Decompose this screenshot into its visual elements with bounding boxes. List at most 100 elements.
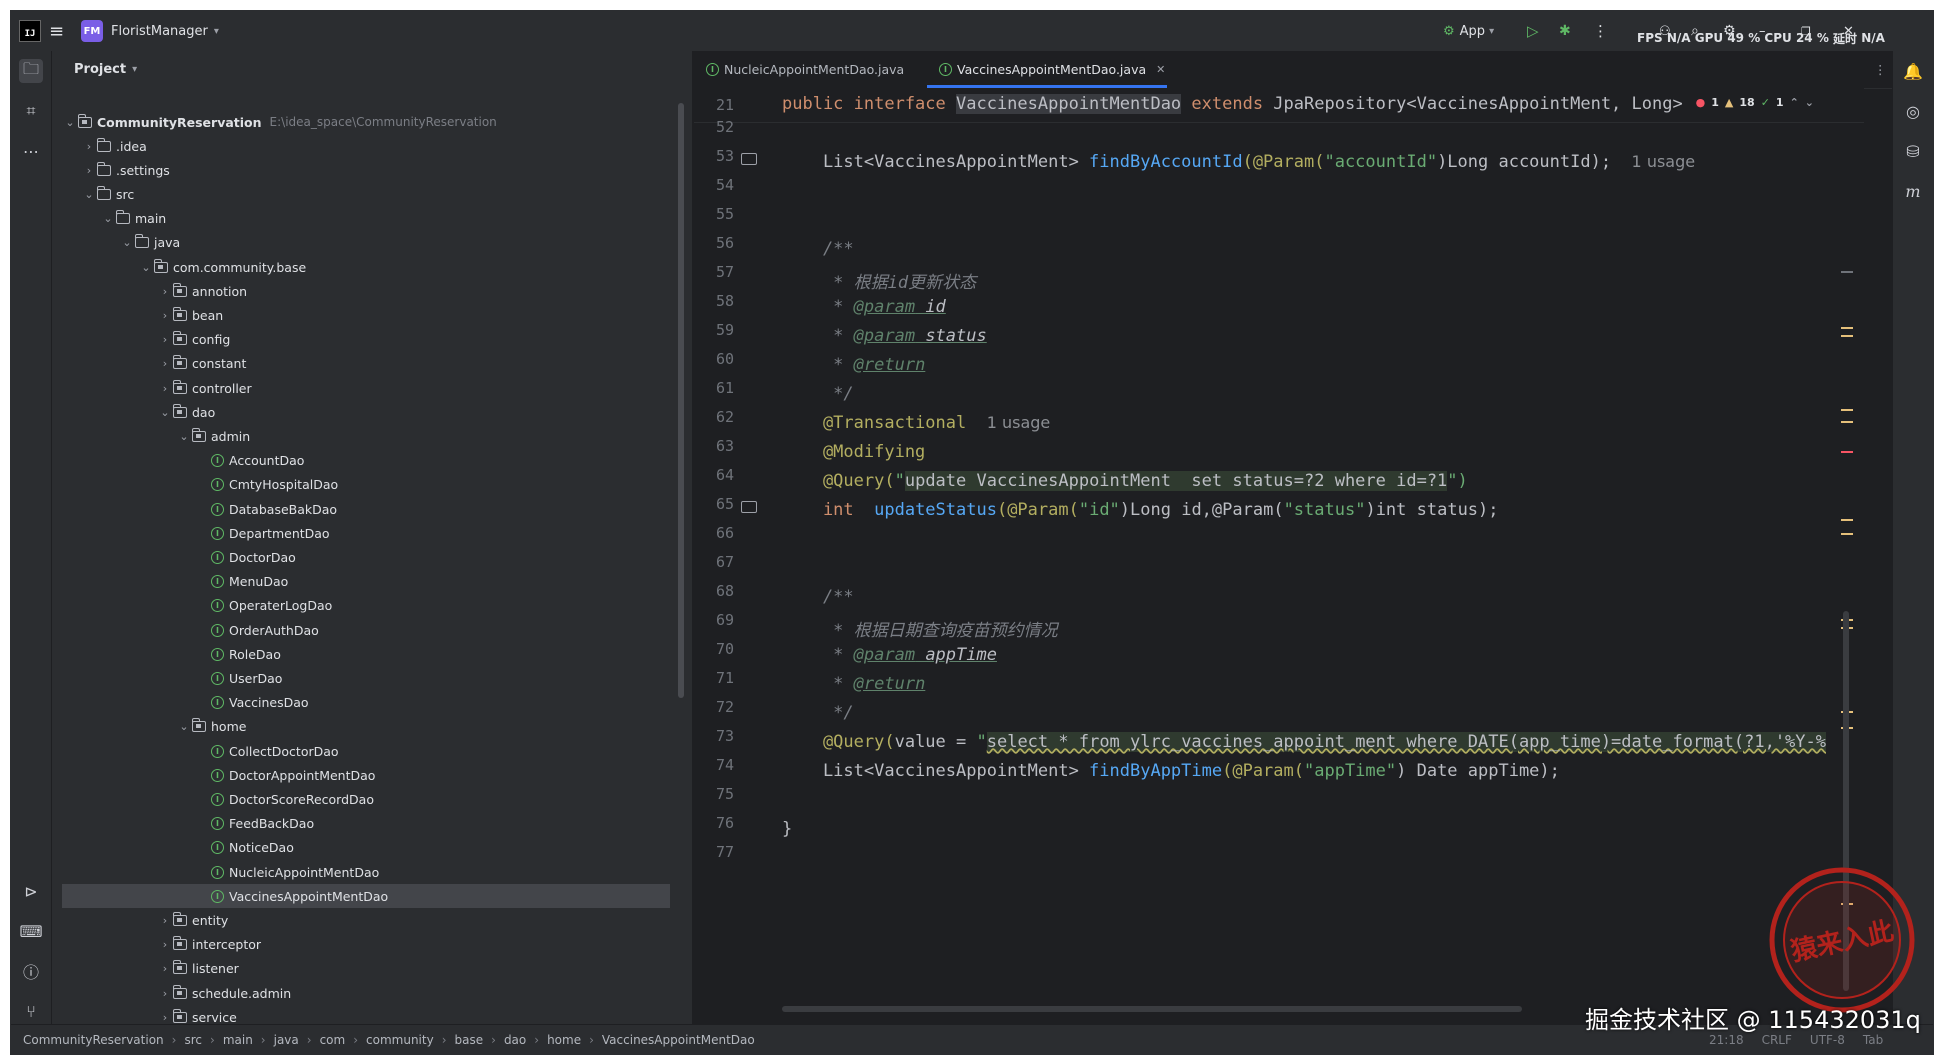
indent-setting[interactable]: Tab [1863,1033,1883,1047]
chevron-right-icon[interactable]: › [81,140,97,153]
ai-assistant-icon[interactable]: ◎ [1901,99,1925,123]
tree-item-folder[interactable]: › entity [52,908,228,932]
chevron-right-icon[interactable]: › [157,1011,173,1024]
tree-item-interface[interactable]: I MenuDao [52,570,288,594]
chevron-down-icon[interactable]: ⌄ [119,236,135,249]
git-icon[interactable]: ⑂ [19,999,43,1023]
caret-position[interactable]: 21:18 [1709,1033,1744,1047]
tree-item-folder[interactable]: › .settings [52,158,170,182]
run-config-selector[interactable]: ⚙ App ▾ [1443,11,1494,51]
chevron-down-icon[interactable]: ⌄ [1805,96,1814,109]
tree-item-folder[interactable]: › constant [52,352,246,376]
inspection-widget[interactable]: ● 1 ▲ 18 ✓ 1 ⌃ ⌄ [1696,96,1814,109]
tree-item-folder[interactable]: › schedule.admin [52,981,291,1005]
tree-item-interface[interactable]: I VaccinesDao [52,691,309,715]
tree-root[interactable]: ⌄ CommunityReservation E:\idea_space\Com… [62,110,497,134]
project-folder-icon[interactable]: 🗀 [19,59,43,83]
breadcrumb-item[interactable]: main [223,1033,253,1047]
chevron-right-icon[interactable]: › [157,962,173,975]
breadcrumb-item[interactable]: VaccinesAppointMentDao [602,1033,755,1047]
breadcrumb-item[interactable]: src [184,1033,202,1047]
tree-item-interface[interactable]: I UserDao [52,666,282,690]
chevron-down-icon[interactable]: ⌄ [138,261,154,274]
tree-item-interface[interactable]: I NucleicAppointMentDao [52,860,379,884]
tree-item-interface[interactable]: I VaccinesAppointMentDao [62,884,670,909]
tree-item-interface[interactable]: I DatabaseBakDao [52,497,337,521]
tree-item-folder[interactable]: › .idea [52,134,147,158]
tree-item-folder[interactable]: ⌄ src [52,182,134,206]
database-icon[interactable]: ⛁ [1901,139,1925,163]
chevron-right-icon[interactable]: › [157,357,173,370]
code-editor[interactable]: I NucleicAppointMentDao.java I VaccinesA… [694,51,1893,1024]
chevron-down-icon[interactable]: ⌄ [81,188,97,201]
more-actions-icon[interactable]: ⋮ [1593,11,1608,51]
tree-item-folder[interactable]: › controller [52,376,252,400]
tree-item-interface[interactable]: I NoticeDao [52,836,294,860]
tree-item-folder[interactable]: ⌄ com.community.base [52,255,306,279]
debug-icon[interactable]: ✱ [1559,11,1571,51]
tree-item-folder[interactable]: › listener [52,957,239,981]
tree-item-folder[interactable]: ⌄ dao [52,400,215,424]
services-run-icon[interactable]: ⊳ [19,879,43,903]
editor-horizontal-scrollbar[interactable] [782,1006,1522,1012]
terminal-icon[interactable]: ⌨ [19,919,43,943]
tree-item-folder[interactable]: › bean [52,303,223,327]
tabs-menu-icon[interactable]: ⋮ [1874,51,1887,88]
chevron-right-icon[interactable]: › [157,987,173,1000]
tree-item-interface[interactable]: I DepartmentDao [52,521,330,545]
app-logo-icon[interactable]: IJ [19,11,41,51]
chevron-down-icon[interactable]: ⌄ [100,212,116,225]
usage-hint[interactable]: 1 usage [987,413,1051,432]
tree-item-interface[interactable]: I CollectDoctorDao [52,739,339,763]
chevron-right-icon[interactable]: › [157,914,173,927]
breadcrumb-item[interactable]: java [274,1033,299,1047]
tree-item-interface[interactable]: I DoctorScoreRecordDao [52,787,374,811]
query-gutter-icon[interactable] [741,153,757,165]
project-scrollbar[interactable] [678,103,684,698]
tree-item-interface[interactable]: I AccountDao [52,449,304,473]
chevron-right-icon[interactable]: › [157,309,173,322]
tree-item-interface[interactable]: I CmtyHospitalDao [52,473,338,497]
breadcrumb-item[interactable]: dao [504,1033,526,1047]
file-encoding[interactable]: UTF-8 [1810,1033,1845,1047]
tab-nucleic-appointment-dao[interactable]: I NucleicAppointMentDao.java [706,51,904,88]
chevron-down-icon[interactable]: ⌄ [157,406,173,419]
tree-item-interface[interactable]: I OperaterLogDao [52,594,332,618]
run-icon[interactable]: ▷ [1527,11,1539,51]
tree-item-interface[interactable]: I DoctorDao [52,545,296,569]
chevron-right-icon[interactable]: › [81,164,97,177]
line-separator[interactable]: CRLF [1762,1033,1792,1047]
breadcrumb-item[interactable]: com [320,1033,346,1047]
maven-icon[interactable]: m [1901,179,1925,203]
tree-item-folder[interactable]: ⌄ java [52,231,180,255]
chevron-right-icon[interactable]: › [157,333,173,346]
usage-hint[interactable]: 1 usage [1632,152,1696,171]
tree-item-folder[interactable]: › interceptor [52,933,261,957]
query-gutter-icon[interactable] [741,501,757,513]
chevron-down-icon[interactable]: ⌄ [176,430,192,443]
chevron-right-icon[interactable]: › [157,382,173,395]
breadcrumb-item[interactable]: home [547,1033,581,1047]
tree-item-interface[interactable]: I OrderAuthDao [52,618,319,642]
tree-item-folder[interactable]: ⌄ main [52,207,166,231]
notifications-bell-icon[interactable]: 🔔 [1901,59,1925,83]
breadcrumb-item[interactable]: CommunityReservation [23,1033,164,1047]
close-tab-icon[interactable]: ✕ [1156,63,1165,76]
tree-item-folder[interactable]: ⌄ home [52,715,246,739]
project-switcher[interactable]: FM FloristManager ▾ [81,11,219,51]
more-tools-icon[interactable]: ⋯ [19,139,43,163]
chevron-up-icon[interactable]: ⌃ [1790,96,1799,109]
tree-item-folder[interactable]: › config [52,328,230,352]
project-panel-header[interactable]: Project ▾ [52,51,714,87]
tree-item-interface[interactable]: I FeedBackDao [52,812,314,836]
breadcrumb-item[interactable]: base [455,1033,484,1047]
tree-item-interface[interactable]: I DoctorAppointMentDao [52,763,375,787]
problems-icon[interactable]: ⓘ [19,959,43,983]
tree-item-folder[interactable]: ⌄ admin [52,424,250,448]
tab-vaccines-appointment-dao[interactable]: I VaccinesAppointMentDao.java ✕ [939,51,1165,88]
chevron-right-icon[interactable]: › [157,938,173,951]
structure-icon[interactable]: ⌗ [19,99,43,123]
breadcrumb-item[interactable]: community [366,1033,434,1047]
tree-item-interface[interactable]: I RoleDao [52,642,281,666]
tree-item-folder[interactable]: › annotion [52,279,247,303]
